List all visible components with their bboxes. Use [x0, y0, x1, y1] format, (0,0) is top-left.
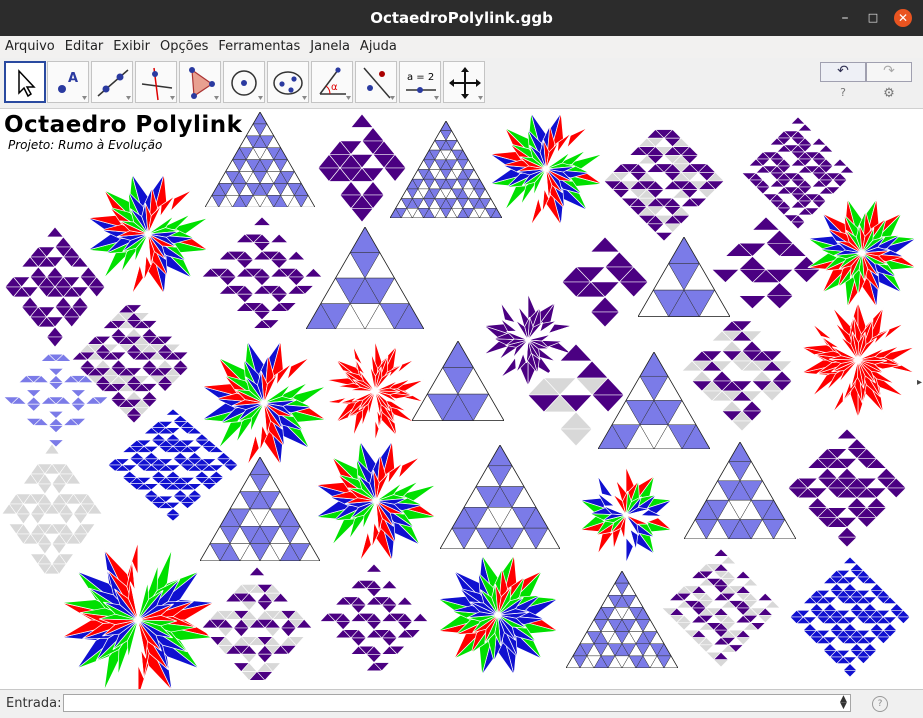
slider-icon: a = 2 — [406, 72, 439, 100]
pyramid-9 — [440, 445, 560, 549]
menu-editar[interactable]: Editar — [60, 36, 109, 58]
graphics-view[interactable]: Octaedro Polylink Projeto: Rumo à Evoluç… — [0, 109, 923, 689]
menu-ferramentas[interactable]: Ferramentas — [213, 36, 305, 58]
stellated-compound-3 — [807, 198, 917, 308]
pointer-icon — [18, 69, 36, 98]
angle-icon: α — [319, 67, 351, 100]
minimize-icon[interactable]: – — [836, 9, 854, 27]
polygon-tool-button[interactable] — [179, 61, 221, 103]
redo-button[interactable]: ↷ — [866, 62, 912, 82]
line-tool-button[interactable] — [91, 61, 133, 103]
canvas-title: Octaedro Polylink — [4, 112, 243, 138]
input-help-icon[interactable]: ? — [872, 696, 888, 712]
input-history-icon[interactable]: ▲ ▼ — [840, 695, 847, 711]
conic-tool-button[interactable] — [267, 61, 309, 103]
ring-polylink — [326, 341, 424, 441]
svg-text:A: A — [68, 71, 78, 86]
octahedron-16 — [790, 557, 910, 677]
point-icon: A — [58, 71, 87, 100]
menu-opcoes[interactable]: Opções — [155, 36, 213, 58]
toolbar: A α a = 2 ↶ ↷ ? ⚙ — [0, 58, 923, 109]
reflect-tool-button[interactable] — [355, 61, 397, 103]
settings-gear-icon[interactable]: ⚙ — [882, 86, 896, 101]
octahedron-12 — [788, 429, 906, 547]
reflect-icon — [363, 67, 395, 100]
title-bar: OctaedroPolylink.ggb – □ ✕ — [0, 0, 923, 36]
perpendicular-icon — [141, 67, 175, 101]
octahedron-15 — [662, 549, 780, 667]
menu-arquivo[interactable]: Arquivo — [0, 36, 60, 58]
input-field[interactable] — [63, 694, 851, 712]
slider-tool-button[interactable]: a = 2 — [399, 61, 441, 103]
pyramid-8 — [200, 457, 320, 561]
point-tool-button[interactable]: A — [47, 61, 89, 103]
svg-text:α: α — [331, 82, 338, 93]
stellated-compound-1 — [489, 112, 603, 226]
canvas-heading: Octaedro Polylink Projeto: Rumo à Evoluç… — [4, 112, 242, 152]
slider-tool-label: a = 2 — [407, 72, 434, 83]
cuboctahedral-compound — [580, 467, 672, 563]
maximize-icon[interactable]: □ — [864, 9, 882, 27]
angle-tool-button[interactable]: α — [311, 61, 353, 103]
circle-tool-button[interactable] — [223, 61, 265, 103]
octahedron-14 — [320, 564, 428, 679]
polygon-icon — [189, 67, 219, 100]
octahedron-10 — [682, 311, 802, 431]
octahedron-5 — [202, 217, 322, 337]
canvas-subtitle: Projeto: Rumo à Evolução — [8, 138, 163, 152]
move-view-tool-button[interactable] — [443, 61, 485, 103]
perpendicular-tool-button[interactable] — [135, 61, 177, 103]
close-icon[interactable]: ✕ — [894, 9, 912, 27]
pyramid-5-diamond — [4, 347, 108, 447]
octahedron-2 — [604, 121, 724, 241]
octahedron-13 — [202, 567, 312, 689]
undo-button[interactable]: ↶ — [820, 62, 866, 82]
input-label: Entrada: — [6, 696, 62, 711]
pyramid-3 — [306, 227, 424, 330]
pyramid-6 — [412, 341, 504, 421]
menu-ajuda[interactable]: Ajuda — [355, 36, 402, 58]
octahedron-6 — [562, 237, 648, 327]
pyramid-2 — [390, 121, 502, 218]
move-tool-button[interactable] — [4, 61, 46, 103]
circle-icon — [231, 70, 263, 100]
menu-exibir[interactable]: Exibir — [108, 36, 155, 58]
help-icon[interactable]: ? — [836, 86, 850, 100]
menu-janela[interactable]: Janela — [305, 36, 355, 58]
ring-polylink-2 — [801, 302, 915, 418]
move-view-icon — [449, 67, 483, 100]
ellipse-icon — [273, 71, 307, 100]
stellated-compound-5 — [315, 440, 437, 562]
stellated-compound-6 — [61, 542, 215, 689]
menu-bar: Arquivo Editar Exibir Opções Ferramentas Jane… — [0, 36, 923, 58]
pyramid-10 — [684, 442, 796, 539]
stellated-compound-7 — [437, 554, 559, 676]
window-title: OctaedroPolylink.ggb — [370, 9, 553, 27]
line-icon — [97, 69, 131, 100]
input-bar: Entrada: ▲ ▼ ? — [0, 689, 923, 718]
side-panel-arrow-icon[interactable]: ▸ — [917, 377, 923, 391]
